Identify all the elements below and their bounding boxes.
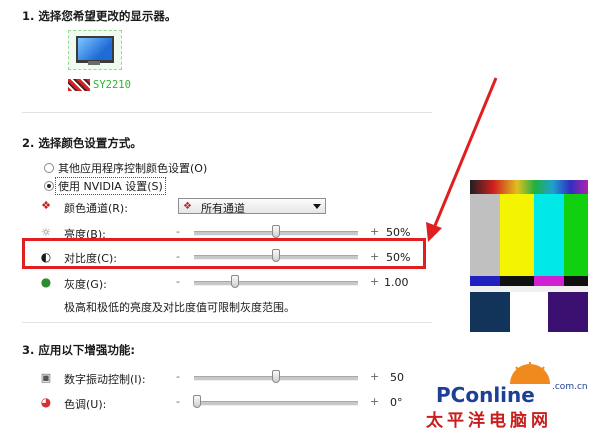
section3-title: 3. 应用以下增强功能: bbox=[22, 343, 135, 357]
vibrance-value: 50 bbox=[390, 371, 404, 384]
gamma-value: 1.00 bbox=[384, 276, 409, 289]
radio-nvidia-settings[interactable] bbox=[44, 181, 54, 191]
vibrance-icon: ▣ bbox=[40, 371, 52, 384]
vibrance-minus: - bbox=[176, 370, 180, 383]
watermark-suffix: .com.cn bbox=[552, 382, 588, 392]
monitor-name[interactable]: SY2210 bbox=[93, 79, 131, 91]
color-channel-label: 颜色通道(R): bbox=[64, 202, 128, 215]
monitor-stand bbox=[88, 61, 100, 65]
nvidia-badge-icon bbox=[68, 79, 90, 91]
radio-nvidia-settings-label[interactable]: 使用 NVIDIA 设置(S) bbox=[55, 177, 166, 195]
test-pattern-image bbox=[470, 180, 588, 332]
radio-other-apps[interactable] bbox=[44, 163, 54, 173]
all-channels-icon: ❖ bbox=[183, 201, 192, 212]
brightness-slider-thumb[interactable] bbox=[272, 225, 280, 238]
vibrance-slider-thumb[interactable] bbox=[272, 370, 280, 383]
watermark-chinese: 太平洋电脑网 bbox=[426, 411, 552, 431]
vibrance-plus: + bbox=[370, 370, 380, 383]
hue-minus: - bbox=[176, 395, 180, 408]
hue-slider-track[interactable] bbox=[194, 401, 358, 406]
hue-label: 色调(U): bbox=[64, 398, 107, 411]
hue-icon: ◕ bbox=[40, 395, 52, 409]
section2-title: 2. 选择颜色设置方式。 bbox=[22, 136, 142, 150]
gamma-minus: - bbox=[176, 275, 180, 288]
monitor-icon[interactable] bbox=[76, 36, 114, 63]
gamma-label: 灰度(G): bbox=[64, 278, 107, 291]
chevron-down-icon bbox=[313, 204, 321, 209]
divider bbox=[22, 112, 432, 113]
gamma-plus: + bbox=[370, 275, 380, 288]
hue-plus: + bbox=[370, 395, 380, 408]
hue-slider-thumb[interactable] bbox=[193, 395, 202, 408]
gamma-icon: ● bbox=[40, 275, 52, 289]
watermark-brand: PConline bbox=[436, 383, 535, 407]
radio-other-apps-label[interactable]: 其他应用程序控制颜色设置(O) bbox=[58, 160, 207, 176]
divider bbox=[22, 322, 432, 323]
contrast-highlight-box bbox=[22, 238, 426, 269]
color-channel-select[interactable]: ❖ 所有通道 bbox=[178, 198, 326, 215]
hue-value: 0° bbox=[390, 396, 403, 409]
gamma-slider-track[interactable] bbox=[194, 281, 358, 286]
color-channel-value: 所有通道 bbox=[201, 202, 245, 215]
brightness-plus: + bbox=[370, 225, 380, 238]
gamma-slider-thumb[interactable] bbox=[231, 275, 239, 288]
vibrance-label: 数字振动控制(I): bbox=[64, 373, 146, 386]
color-channel-icon: ❖ bbox=[41, 199, 51, 212]
brightness-minus: - bbox=[176, 225, 180, 238]
range-note: 极高和极低的亮度及对比度值可限制灰度范围。 bbox=[64, 301, 295, 314]
section1-title: 1. 选择您希望更改的显示器。 bbox=[22, 9, 177, 23]
